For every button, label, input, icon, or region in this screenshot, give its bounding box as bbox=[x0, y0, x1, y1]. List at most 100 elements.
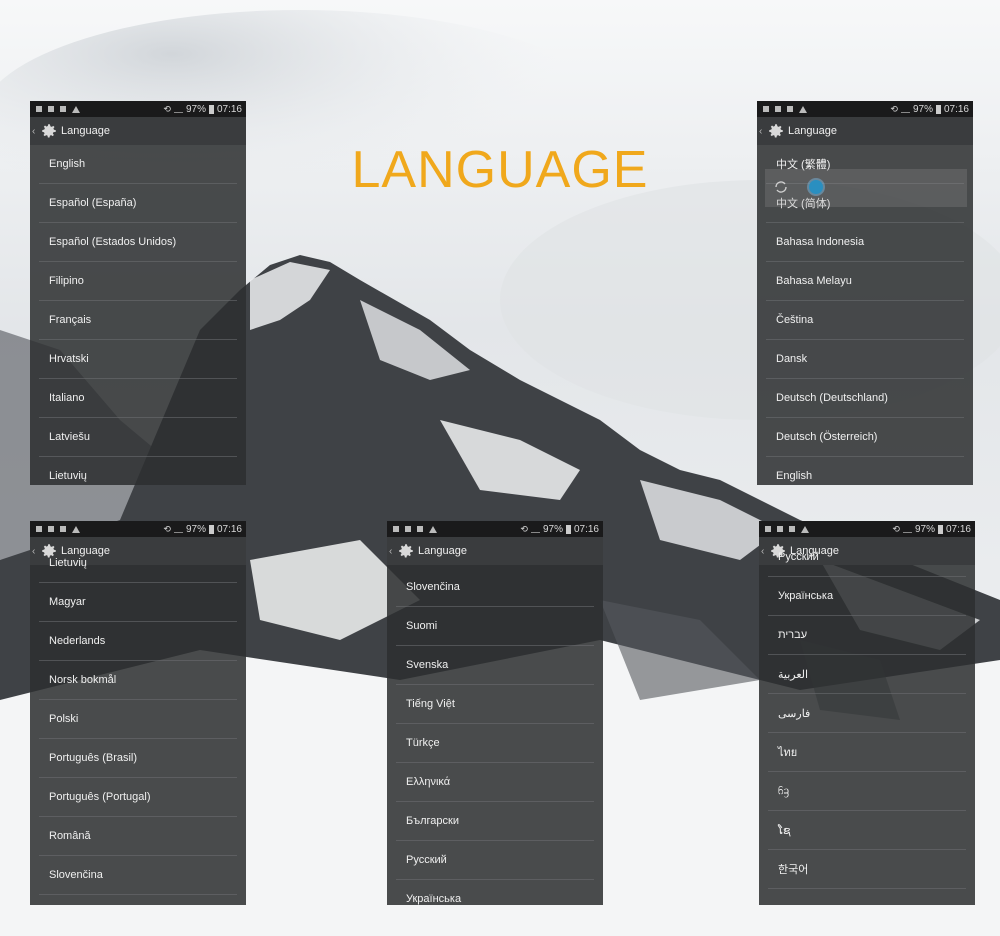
settings-gear-icon bbox=[397, 542, 415, 560]
language-list-item[interactable]: Українська bbox=[396, 880, 594, 905]
language-list-item[interactable]: Español (Estados Unidos) bbox=[39, 223, 237, 262]
language-screen-panel: ⟲ 97% 07:16 ‹ Language 中文 (繁體) 中文 (简体) Bahasa I… bbox=[757, 101, 973, 485]
language-list-item[interactable]: Български bbox=[396, 802, 594, 841]
touch-highlight bbox=[765, 169, 967, 207]
clock: 07:16 bbox=[216, 523, 242, 535]
language-list-item[interactable]: Čeština bbox=[766, 301, 964, 340]
language-list-item[interactable]: Latviešu bbox=[39, 418, 237, 457]
battery-percent: 97% bbox=[914, 523, 935, 535]
touch-indicator-icon bbox=[809, 180, 823, 194]
language-list-item[interactable]: Polski bbox=[39, 700, 237, 739]
language-list-item[interactable]: Dansk bbox=[766, 340, 964, 379]
battery-percent: 97% bbox=[185, 103, 206, 115]
language-list-item[interactable]: ᦆᦃ bbox=[768, 772, 966, 811]
language-list-item[interactable]: Norsk bokmål bbox=[39, 661, 237, 700]
language-list-item[interactable]: Deutsch (Deutschland) bbox=[766, 379, 964, 418]
language-list-item[interactable]: Ελληνικά bbox=[396, 763, 594, 802]
battery-percent: 97% bbox=[912, 103, 933, 115]
language-list-item[interactable]: Română bbox=[39, 817, 237, 856]
settings-gear-icon bbox=[40, 122, 58, 140]
signal-icon bbox=[900, 105, 910, 113]
language-list-item[interactable]: Русский bbox=[768, 538, 966, 577]
language-list[interactable]: Slovenčina Suomi Svenska Tiếng Việt Türkçe Ελ… bbox=[387, 568, 603, 905]
language-list-item[interactable]: Українська bbox=[768, 577, 966, 616]
rotate-icon bbox=[773, 179, 789, 195]
screen-title: Language bbox=[418, 545, 467, 557]
language-list-item[interactable]: Suomi bbox=[396, 607, 594, 646]
battery-icon bbox=[565, 524, 571, 534]
back-chevron-icon[interactable]: ‹ bbox=[32, 126, 37, 137]
language-list-item[interactable]: Português (Portugal) bbox=[39, 778, 237, 817]
language-list-item[interactable]: Deutsch (Österreich) bbox=[766, 418, 964, 457]
language-list-item[interactable]: فارسی bbox=[768, 694, 966, 733]
action-bar[interactable]: ‹ Language bbox=[757, 117, 973, 145]
language-list-item[interactable]: ໂຊ bbox=[768, 811, 966, 850]
language-list[interactable]: Lietuvių Magyar Nederlands Norsk bokmål Pols… bbox=[30, 544, 246, 895]
action-bar[interactable]: ‹ Language bbox=[387, 537, 603, 565]
language-list-item[interactable]: Hrvatski bbox=[39, 340, 237, 379]
rotation-lock-icon: ⟲ bbox=[163, 523, 171, 534]
language-list-item[interactable]: Bahasa Melayu bbox=[766, 262, 964, 301]
rotation-lock-icon: ⟲ bbox=[890, 103, 898, 114]
notification-icons bbox=[763, 105, 807, 113]
notification-icons bbox=[36, 525, 80, 533]
language-list-item[interactable]: Bahasa Indonesia bbox=[766, 223, 964, 262]
screen-title: Language bbox=[61, 125, 110, 137]
clock: 07:16 bbox=[216, 103, 242, 115]
notification-icons bbox=[393, 525, 437, 533]
language-list-item[interactable]: 한국어 bbox=[768, 850, 966, 889]
action-bar[interactable]: ‹ Language bbox=[30, 117, 246, 145]
clock: 07:16 bbox=[573, 523, 599, 535]
language-list-item[interactable]: Tiếng Việt bbox=[396, 685, 594, 724]
settings-gear-icon bbox=[767, 122, 785, 140]
clock: 07:16 bbox=[945, 523, 971, 535]
back-chevron-icon[interactable]: ‹ bbox=[759, 126, 764, 137]
language-screen-panel: ⟲ 97% 07:16 ‹ Language Русский Українська עברית… bbox=[759, 521, 975, 905]
status-bar: ⟲ 97% 07:16 bbox=[757, 101, 973, 117]
language-list-item[interactable]: Filipino bbox=[39, 262, 237, 301]
signal-icon bbox=[530, 525, 540, 533]
language-list-item[interactable]: Español (España) bbox=[39, 184, 237, 223]
language-list-item[interactable]: Italiano bbox=[39, 379, 237, 418]
language-list-item[interactable]: Nederlands bbox=[39, 622, 237, 661]
notification-icons bbox=[36, 105, 80, 113]
language-screen-panel: ⟲ 97% 07:16 ‹ Language Lietuvių Magyar Nederlan… bbox=[30, 521, 246, 905]
rotation-lock-icon: ⟲ bbox=[163, 103, 171, 114]
battery-icon bbox=[208, 524, 214, 534]
language-list-item[interactable]: Magyar bbox=[39, 583, 237, 622]
signal-icon bbox=[173, 525, 183, 533]
language-list-item[interactable]: العربية bbox=[768, 655, 966, 694]
signal-icon bbox=[902, 525, 912, 533]
language-list-item[interactable]: עברית bbox=[768, 616, 966, 655]
language-list-item[interactable]: Lietuvių bbox=[39, 544, 237, 583]
language-list-item[interactable]: Slovenčina bbox=[396, 568, 594, 607]
battery-icon bbox=[208, 104, 214, 114]
language-list-item[interactable]: Svenska bbox=[396, 646, 594, 685]
language-list-item[interactable]: Türkçe bbox=[396, 724, 594, 763]
battery-percent: 97% bbox=[542, 523, 563, 535]
battery-percent: 97% bbox=[185, 523, 206, 535]
language-list-item[interactable]: English bbox=[766, 457, 964, 485]
language-list-item[interactable]: English bbox=[39, 145, 237, 184]
battery-icon bbox=[935, 104, 941, 114]
language-list-item[interactable]: ไทย bbox=[768, 733, 966, 772]
rotation-lock-icon: ⟲ bbox=[520, 523, 528, 534]
signal-icon bbox=[173, 105, 183, 113]
language-list[interactable]: English Español (España) Español (Estados … bbox=[30, 145, 246, 485]
language-screen-panel: ⟲ 97% 07:16 ‹ Language English Español (España… bbox=[30, 101, 246, 485]
clock: 07:16 bbox=[943, 103, 969, 115]
status-bar: ⟲ 97% 07:16 bbox=[30, 101, 246, 117]
rotation-lock-icon: ⟲ bbox=[892, 523, 900, 534]
status-bar: ⟲ 97% 07:16 bbox=[30, 521, 246, 537]
language-screen-panel: ⟲ 97% 07:16 ‹ Language Slovenčina Suomi Svenska… bbox=[387, 521, 603, 905]
back-chevron-icon[interactable]: ‹ bbox=[389, 546, 394, 557]
language-list[interactable]: Русский Українська עברית العربية فارسی ไทย ᦆᦃ ໂ… bbox=[759, 538, 975, 889]
language-list-item[interactable]: Français bbox=[39, 301, 237, 340]
language-list-item[interactable]: Português (Brasil) bbox=[39, 739, 237, 778]
screen-title: Language bbox=[788, 125, 837, 137]
language-list-item[interactable]: Русский bbox=[396, 841, 594, 880]
status-bar: ⟲ 97% 07:16 bbox=[759, 521, 975, 537]
language-list-item[interactable]: Slovenčina bbox=[39, 856, 237, 895]
status-bar: ⟲ 97% 07:16 bbox=[387, 521, 603, 537]
language-list-item[interactable]: Lietuvių bbox=[39, 457, 237, 485]
